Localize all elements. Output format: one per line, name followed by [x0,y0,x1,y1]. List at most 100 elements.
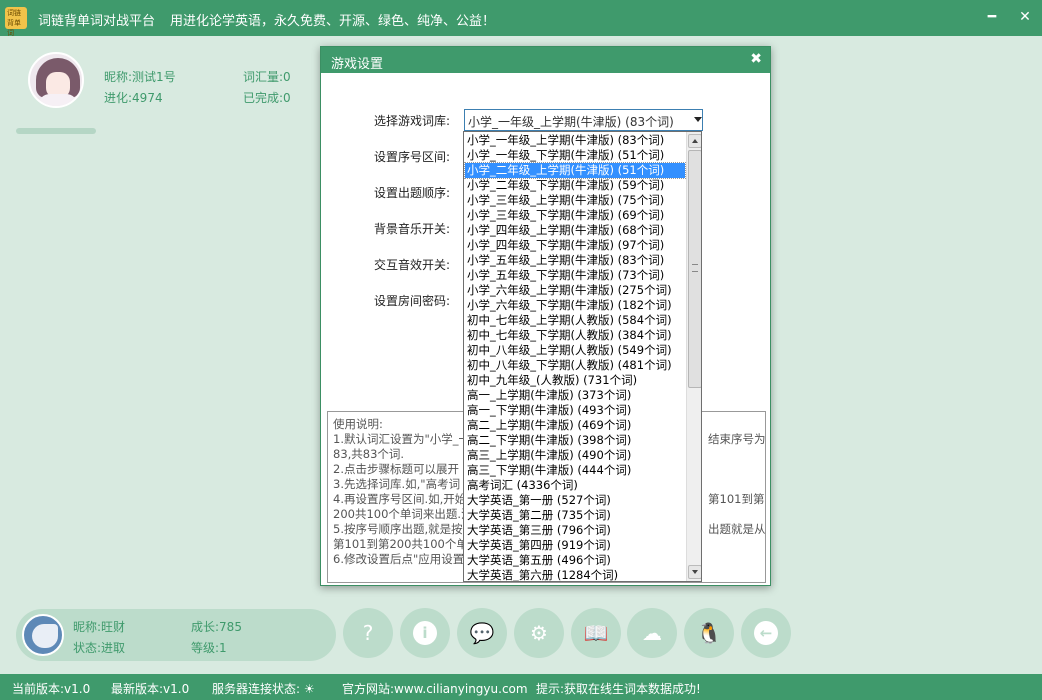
title-bar: 词链 背单词 词链背单词对战平台 用进化论学英语，永久免费、开源、绿色、纯净、公… [0,0,1042,37]
pet-growth: 成长:785 [191,620,242,634]
dropdown-option[interactable]: 小学_五年级_上学期(牛津版) (83个词) [465,253,685,268]
usage-line: 6.修改设置后点"应用设置 [333,552,465,566]
scrollbar-thumb[interactable] [688,150,701,388]
logo-text-bottom: 背单词 [7,19,21,37]
dropdown-option[interactable]: 小学_一年级_下学期(牛津版) (51个词) [465,148,685,163]
pet-status: 状态:进取 [73,641,126,655]
wordbook-select[interactable]: 小学_一年级_上学期(牛津版) (83个词) [464,109,703,131]
dialog-title-bar: 游戏设置 ✖ [321,47,770,73]
back-button[interactable]: ← [741,608,791,658]
cloud-button[interactable]: ☁ [627,608,677,658]
order-label: 设置出题顺序: [374,186,451,200]
pet-nickname: 昵称:旺财 [73,620,126,634]
dropdown-option[interactable]: 大学英语_第四册 (919个词) [465,538,685,553]
usage-title: 使用说明: [333,417,383,431]
dropdown-option[interactable]: 高二_上学期(牛津版) (469个词) [465,418,685,433]
server-status: 服务器连接状态: ☀ [212,682,315,696]
usage-line: 1.默认词汇设置为"小学_一 [333,432,471,446]
dropdown-option[interactable]: 高三_下学期(牛津版) (444个词) [465,463,685,478]
password-label: 设置房间密码: [374,294,451,308]
usage-line: 3.先选择词库.如,"高考词 [333,477,461,491]
scroll-up-arrow-icon[interactable] [688,134,701,148]
range-label: 设置序号区间: [374,150,451,164]
wordbook-dropdown-list[interactable]: 小学_一年级_上学期(牛津版) (83个词) 小学_一年级_下学期(牛津版) (5… [463,131,702,582]
help-icon: ? [362,621,374,645]
chat-button[interactable]: 💬 [457,608,507,658]
dropdown-option[interactable]: 大学英语_第五册 (496个词) [465,553,685,568]
book-icon: 📖 [583,621,609,645]
dropdown-option[interactable]: 小学_四年级_上学期(牛津版) (68个词) [465,223,685,238]
dropdown-option[interactable]: 小学_二年级_下学期(牛津版) (59个词) [465,178,685,193]
dropdown-option[interactable]: 大学英语_第三册 (796个词) [465,523,685,538]
minimize-button[interactable]: ━ [981,6,1003,28]
usage-line: 4.再设置序号区间.如,开始 [333,492,467,506]
user-evolution: 进化:4974 [104,91,163,105]
dropdown-option[interactable]: 小学_四年级_下学期(牛津版) (97个词) [465,238,685,253]
usage-line: 第101到第200共100个单词 [333,537,480,551]
dropdown-option[interactable]: 小学_三年级_上学期(牛津版) (75个词) [465,193,685,208]
app-slogan: 用进化论学英语，永久免费、开源、绿色、纯净、公益！ [170,14,496,29]
wordbook-select-value: 小学_一年级_上学期(牛津版) (83个词) [468,115,674,129]
cloud-icon: ☁ [642,621,662,645]
user-avatar[interactable] [28,52,84,108]
usage-line: 出题就是从 [708,522,766,536]
dialog-close-button[interactable]: ✖ [750,51,762,67]
sfx-label: 交互音效开关: [374,258,451,272]
dropdown-option[interactable]: 高三_上学期(牛津版) (490个词) [465,448,685,463]
dropdown-option[interactable]: 小学_六年级_下学期(牛津版) (182个词) [465,298,685,313]
logo-text-top: 词链 [7,9,21,17]
dropdown-option[interactable]: 初中_八年级_下学期(人教版) (481个词) [465,358,685,373]
user-completed: 已完成:0 [243,91,291,105]
dropdown-option[interactable]: 初中_九年级_(人教版) (731个词) [465,373,685,388]
wordbook-label: 选择游戏词库: [374,114,451,128]
usage-line: 200共100个单词来出题.注 [333,507,473,521]
app-title: 词链背单词对战平台 [38,14,156,29]
gear-icon: ⚙ [530,621,548,645]
info-icon: i [413,621,437,645]
dropdown-option[interactable]: 小学_二年级_上学期(牛津版) (51个词) [464,162,686,179]
usage-line: 结束序号为 [708,432,766,446]
dropdown-option[interactable]: 高考词汇 (4336个词) [465,478,685,493]
dropdown-option[interactable]: 高一_下学期(牛津版) (493个词) [465,403,685,418]
dropdown-option[interactable]: 大学英语_第一册 (527个词) [465,493,685,508]
dropdown-option[interactable]: 初中_七年级_下学期(人教版) (384个词) [465,328,685,343]
usage-line: 2.点击步骤标题可以展开 [333,462,459,476]
dropdown-scrollbar[interactable] [686,132,701,581]
dropdown-option[interactable]: 高二_下学期(牛津版) (398个词) [465,433,685,448]
arrow-left-icon: ← [754,621,778,645]
dropdown-option[interactable]: 小学_六年级_上学期(牛津版) (275个词) [465,283,685,298]
latest-version: 最新版本:v1.0 [111,682,190,696]
scroll-down-arrow-icon[interactable] [688,565,701,579]
dropdown-option[interactable]: 小学_一年级_上学期(牛津版) (83个词) [465,133,685,148]
dropdown-option[interactable]: 大学英语_第六册 (1284个词) [465,568,685,581]
info-button[interactable]: i [400,608,450,658]
dialog-title: 游戏设置 [331,57,384,72]
usage-line: 第101到第 [708,492,765,506]
close-window-button[interactable]: ✕ [1014,6,1036,28]
status-bar: 当前版本:v1.0 最新版本:v1.0 服务器连接状态: ☀ 官方网站:www.… [0,674,1042,700]
dropdown-option[interactable]: 初中_七年级_上学期(人教版) (584个词) [465,313,685,328]
qq-penguin-icon: 🐧 [696,621,722,645]
dropdown-option[interactable]: 大学英语_第二册 (735个词) [465,508,685,523]
pet-card: 昵称:旺财 成长:785 状态:进取 等级:1 [16,609,336,661]
qq-button[interactable]: 🐧 [684,608,734,658]
website-link[interactable]: 官方网站:www.cilianyingyu.com [342,680,528,697]
app-logo: 词链 背单词 [5,7,27,37]
pet-avatar[interactable] [22,614,64,656]
dropdown-option[interactable]: 小学_三年级_下学期(牛津版) (69个词) [465,208,685,223]
user-nickname: 昵称:测试1号 [104,70,176,84]
user-vocab-count: 词汇量:0 [243,70,291,84]
usage-line: 83,共83个词. [333,447,405,461]
usage-line: 5.按序号顺序出题,就是按 [333,522,463,536]
bgm-label: 背景音乐开关: [374,222,451,236]
help-button[interactable]: ? [343,608,393,658]
wordbook-button[interactable]: 📖 [571,608,621,658]
dropdown-option[interactable]: 小学_五年级_下学期(牛津版) (73个词) [465,268,685,283]
pet-level: 等级:1 [191,641,227,655]
status-tip: 提示:获取在线生词本数据成功! [536,682,701,696]
chat-icon: 💬 [469,621,495,645]
dropdown-option[interactable]: 初中_八年级_上学期(人教版) (549个词) [465,343,685,358]
dropdown-option[interactable]: 高一_上学期(牛津版) (373个词) [465,388,685,403]
settings-button[interactable]: ⚙ [514,608,564,658]
current-version: 当前版本:v1.0 [12,682,91,696]
